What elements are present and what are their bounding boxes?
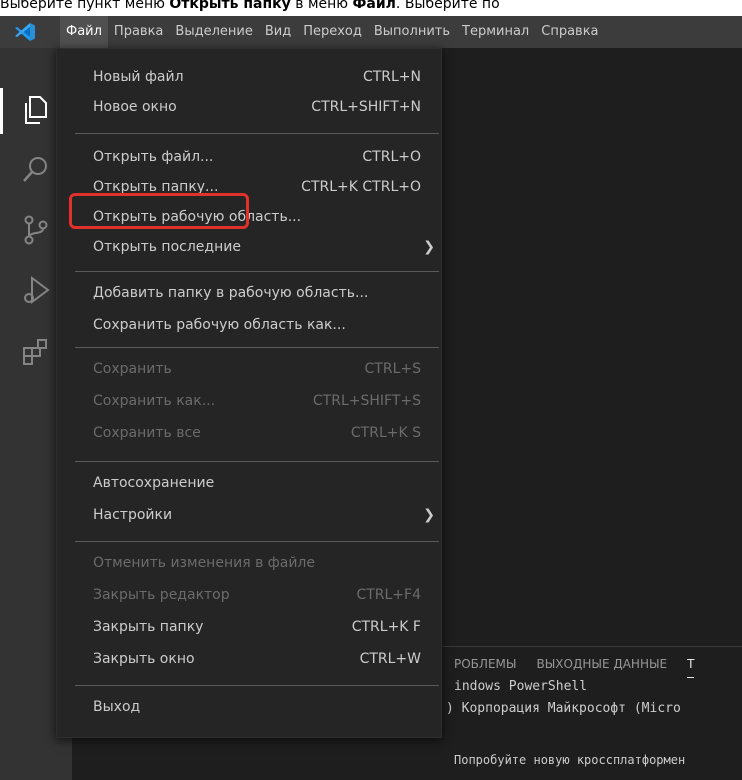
menu-file[interactable]: Файл [60, 16, 108, 48]
menu-item-save: Сохранить CTRL+S [57, 355, 441, 385]
menu-item-shortcut: CTRL+W [359, 651, 421, 667]
menu-separator [75, 347, 439, 348]
title-bar: Файл Правка Выделение Вид Переход Выполн… [0, 16, 742, 48]
chevron-right-icon: ❯ [423, 239, 435, 255]
tab-terminal[interactable]: Т [687, 657, 695, 678]
menu-terminal[interactable]: Терминал [456, 16, 535, 48]
menu-item-label: Новый файл [93, 69, 184, 85]
menu-separator [75, 133, 439, 134]
menu-item-shortcut: CTRL+K S [350, 425, 421, 441]
terminal-line: ) Корпорация Майкрософт (Micro [446, 701, 681, 716]
menu-item-open-file[interactable]: Открыть файл... CTRL+O [57, 143, 441, 173]
panel-tabs: РОБЛЕМЫ ВЫХОДНЫЕ ДАННЫЕ Т [454, 657, 695, 678]
menu-item-shortcut: CTRL+SHIFT+S [312, 393, 421, 409]
caption-text: Выберите пункт меню [0, 0, 170, 12]
menu-item-revert-file: Отменить изменения в файле [57, 549, 441, 579]
tab-problems[interactable]: РОБЛЕМЫ [454, 657, 516, 678]
menu-item-label: Добавить папку в рабочую область... [93, 285, 369, 301]
terminal-line: indows PowerShell [454, 679, 588, 694]
menu-item-shortcut: CTRL+K F [351, 619, 421, 635]
menu-item-label: Настройки [93, 507, 173, 523]
menu-item-shortcut: CTRL+N [362, 69, 421, 85]
menu-separator [75, 541, 439, 542]
menu-item-close-window[interactable]: Закрыть окно CTRL+W [57, 645, 441, 675]
menu-item-label: Открыть последние [93, 239, 241, 255]
menu-item-label: Открыть файл... [93, 149, 214, 165]
terminal-line: Попробуйте новую кроссплатформен [454, 753, 686, 767]
file-menu-dropdown: Новый файл CTRL+N Новое окно CTRL+SHIFT+… [56, 48, 442, 738]
menu-item-shortcut: CTRL+K CTRL+O [301, 179, 421, 195]
menu-item-add-folder-to-workspace[interactable]: Добавить папку в рабочую область... [57, 279, 441, 309]
menu-item-shortcut: CTRL+SHIFT+N [311, 99, 421, 115]
open-folder-highlight-box [69, 193, 249, 229]
bottom-panel: РОБЛЕМЫ ВЫХОДНЫЕ ДАННЫЕ Т indows PowerSh… [440, 646, 742, 780]
menu-item-label: Закрыть окно [93, 651, 195, 667]
active-indicator [0, 88, 3, 134]
caption-bold-file: Файл [352, 0, 396, 12]
menu-item-label: Автосохранение [93, 475, 215, 491]
caption-text: . Выберите по [395, 0, 500, 12]
menu-item-label: Сохранить [93, 361, 172, 377]
menu-item-close-editor: Закрыть редактор CTRL+F4 [57, 581, 441, 611]
chevron-right-icon: ❯ [423, 507, 435, 523]
source-control-icon[interactable] [18, 212, 54, 248]
menu-item-close-folder[interactable]: Закрыть папку CTRL+K F [57, 613, 441, 643]
menu-item-save-as: Сохранить как... CTRL+SHIFT+S [57, 387, 441, 417]
instruction-caption: Выберите пункт меню Открыть папку в меню… [0, 0, 742, 13]
menu-item-label: Отменить изменения в файле [93, 555, 315, 571]
menu-item-label: Сохранить все [93, 425, 201, 441]
menu-separator [75, 461, 439, 462]
tab-output[interactable]: ВЫХОДНЫЕ ДАННЫЕ [536, 657, 667, 678]
menu-item-new-window[interactable]: Новое окно CTRL+SHIFT+N [57, 93, 441, 123]
menu-item-shortcut: CTRL+O [362, 149, 421, 165]
menu-edit[interactable]: Правка [108, 16, 169, 48]
menu-item-shortcut: CTRL+F4 [356, 587, 421, 603]
explorer-icon[interactable] [18, 92, 54, 128]
menu-item-save-workspace-as[interactable]: Сохранить рабочую область как... [57, 311, 441, 341]
menu-item-settings[interactable]: Настройки ❯ [57, 501, 441, 531]
menu-item-save-all: Сохранить все CTRL+K S [57, 419, 441, 449]
menu-item-label: Новое окно [93, 99, 177, 115]
menu-item-label: Закрыть редактор [93, 587, 230, 603]
menu-selection[interactable]: Выделение [169, 16, 258, 48]
caption-text: в меню [290, 0, 353, 12]
menu-run[interactable]: Выполнить [368, 16, 456, 48]
menu-item-label: Сохранить как... [93, 393, 216, 409]
menu-go[interactable]: Переход [297, 16, 368, 48]
menu-item-autosave[interactable]: Автосохранение [57, 469, 441, 499]
menu-help[interactable]: Справка [535, 16, 604, 48]
menu-separator [75, 685, 439, 686]
menu-item-label: Закрыть папку [93, 619, 204, 635]
vscode-window: Файл Правка Выделение Вид Переход Выполн… [0, 16, 742, 780]
menu-item-label: Выход [93, 699, 141, 715]
menu-separator [75, 271, 439, 272]
menu-item-shortcut: CTRL+S [364, 361, 421, 377]
vscode-logo-icon[interactable] [14, 22, 36, 42]
menu-item-open-recent[interactable]: Открыть последние ❯ [57, 233, 441, 263]
extensions-icon[interactable] [18, 334, 54, 370]
menu-view[interactable]: Вид [259, 16, 297, 48]
menu-item-new-file[interactable]: Новый файл CTRL+N [57, 63, 441, 93]
menu-item-label: Сохранить рабочую область как... [93, 317, 346, 333]
menu-item-exit[interactable]: Выход [57, 693, 441, 723]
menu-bar: Файл Правка Выделение Вид Переход Выполн… [60, 16, 605, 48]
run-debug-icon[interactable] [18, 272, 54, 308]
caption-bold-open-folder: Открыть папку [169, 0, 291, 12]
search-icon[interactable] [18, 152, 54, 188]
